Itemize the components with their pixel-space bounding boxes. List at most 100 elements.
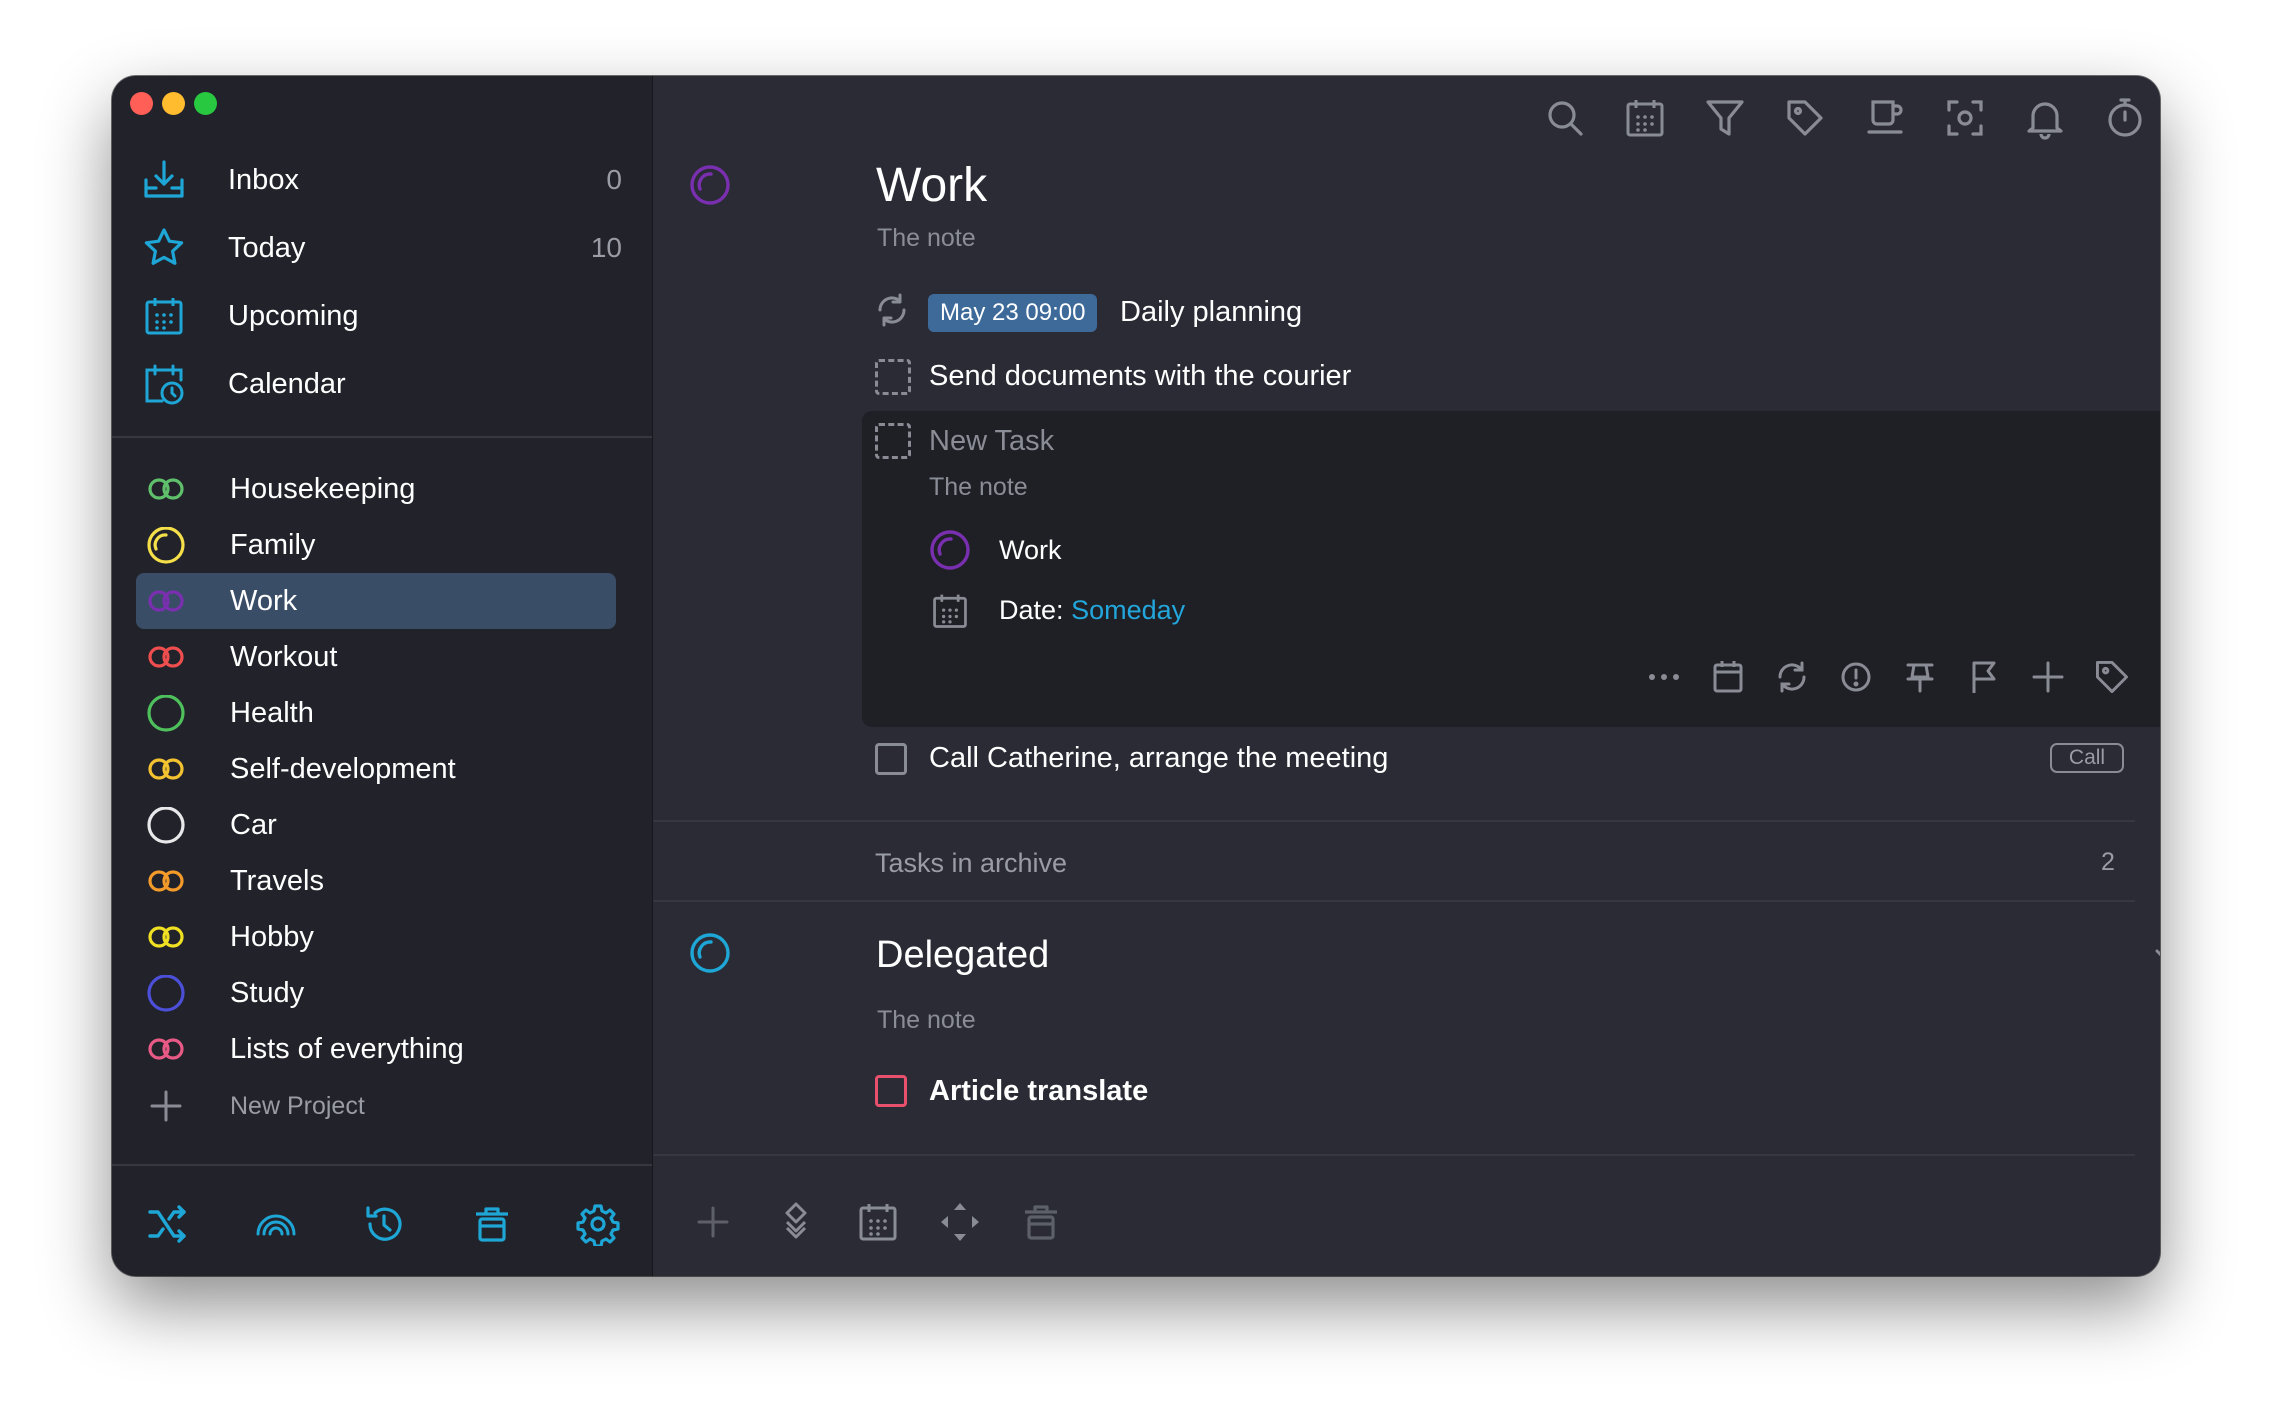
project-item-housekeeping[interactable]: Housekeeping bbox=[136, 461, 616, 517]
linked-rings-icon bbox=[146, 919, 186, 955]
sidebar-footer-divider bbox=[112, 1164, 652, 1166]
calendar-icon[interactable] bbox=[1708, 657, 1748, 697]
move-icon[interactable] bbox=[775, 1200, 817, 1242]
project-label: Travels bbox=[230, 865, 324, 897]
project-item-work-selected[interactable]: Work bbox=[136, 573, 616, 629]
circle-icon bbox=[146, 974, 186, 1012]
project-label: Work bbox=[230, 585, 298, 617]
settings-gear-icon[interactable] bbox=[576, 1202, 620, 1248]
task-title-send-documents[interactable]: Send documents with the courier bbox=[929, 360, 1351, 393]
linked-rings-icon bbox=[146, 863, 186, 899]
progress-circle-icon bbox=[146, 526, 186, 564]
divider bbox=[653, 900, 2135, 902]
search-icon[interactable] bbox=[1543, 96, 1587, 140]
task-editor-card: New Task The note Work Date: Someday bbox=[862, 411, 2160, 727]
project-label: Car bbox=[230, 809, 277, 841]
project-item-hobby[interactable]: Hobby bbox=[136, 909, 616, 965]
zoom-window-button[interactable] bbox=[194, 92, 217, 115]
pin-icon[interactable] bbox=[1900, 657, 1940, 697]
section-title[interactable]: Delegated bbox=[876, 934, 1049, 977]
inbox-icon bbox=[142, 158, 186, 202]
calendar-grid-icon[interactable] bbox=[1623, 96, 1667, 140]
tag-icon[interactable] bbox=[2092, 657, 2132, 697]
section-note: The note bbox=[877, 1006, 976, 1034]
coffee-cup-icon[interactable] bbox=[1863, 96, 1907, 140]
nav-item-calendar[interactable]: Calendar bbox=[142, 354, 622, 414]
editor-date-row[interactable]: Date: Someday bbox=[999, 595, 1185, 626]
checklist-icon[interactable] bbox=[2156, 657, 2160, 697]
task-checkbox[interactable] bbox=[875, 743, 907, 775]
project-label: Health bbox=[230, 697, 314, 729]
project-label: Hobby bbox=[230, 921, 314, 953]
tag-icon[interactable] bbox=[1783, 96, 1827, 140]
project-item-workout[interactable]: Workout bbox=[136, 629, 616, 685]
trash-icon[interactable] bbox=[470, 1202, 514, 1246]
filter-icon[interactable] bbox=[1703, 96, 1747, 140]
new-task-note-input[interactable]: The note bbox=[929, 473, 1028, 502]
new-task-title-input[interactable]: New Task bbox=[929, 425, 1054, 458]
more-icon[interactable] bbox=[1644, 657, 1684, 697]
linked-rings-icon bbox=[146, 471, 186, 507]
project-item-health[interactable]: Health bbox=[136, 685, 616, 741]
project-item-self-development[interactable]: Self-development bbox=[136, 741, 616, 797]
nav-item-inbox[interactable]: Inbox 0 bbox=[142, 150, 622, 210]
circle-icon bbox=[146, 806, 186, 844]
calendar-clock-icon bbox=[142, 362, 186, 406]
project-item-family[interactable]: Family bbox=[136, 517, 616, 573]
calendar-grid-icon[interactable] bbox=[856, 1200, 900, 1244]
new-project-button[interactable]: New Project bbox=[136, 1078, 616, 1134]
arrows-icon[interactable] bbox=[938, 1200, 982, 1244]
project-item-travels[interactable]: Travels bbox=[136, 853, 616, 909]
project-note: The note bbox=[877, 224, 976, 252]
task-title-call-catherine[interactable]: Call Catherine, arrange the meeting bbox=[929, 742, 1388, 775]
shuffle-icon[interactable] bbox=[146, 1202, 190, 1246]
nav-label: Upcoming bbox=[228, 300, 359, 332]
add-icon[interactable] bbox=[2028, 657, 2068, 697]
bell-icon[interactable] bbox=[2023, 96, 2067, 140]
date-badge[interactable]: May 23 09:00 bbox=[928, 294, 1098, 332]
new-project-label: New Project bbox=[230, 1092, 365, 1120]
repeat-icon[interactable] bbox=[1772, 657, 1812, 697]
project-label: Workout bbox=[230, 641, 338, 673]
circle-icon bbox=[146, 694, 186, 732]
archive-count: 2 bbox=[2101, 848, 2115, 876]
date-value[interactable]: Someday bbox=[1071, 595, 1185, 625]
project-label: Self-development bbox=[230, 753, 456, 785]
history-icon[interactable] bbox=[362, 1202, 406, 1246]
call-tag-badge[interactable]: Call bbox=[2050, 743, 2124, 773]
priority-icon[interactable] bbox=[1836, 657, 1876, 697]
minimize-window-button[interactable] bbox=[162, 92, 185, 115]
calendar-grid-icon bbox=[930, 591, 970, 631]
sidebar: Inbox 0 Today 10 Upcoming Calendar House… bbox=[112, 76, 653, 1276]
flag-icon[interactable] bbox=[1964, 657, 2004, 697]
rainbow-icon[interactable] bbox=[254, 1202, 298, 1246]
close-window-button[interactable] bbox=[130, 92, 153, 115]
work-project-progress-icon bbox=[689, 164, 731, 206]
linked-rings-icon bbox=[146, 1031, 186, 1067]
timer-icon[interactable] bbox=[2103, 96, 2147, 140]
project-label: Lists of everything bbox=[230, 1033, 464, 1065]
focus-icon[interactable] bbox=[1943, 96, 1987, 140]
task-checkbox-priority[interactable] bbox=[875, 1075, 907, 1107]
task-checkbox-dashed[interactable] bbox=[875, 423, 911, 459]
project-item-car[interactable]: Car bbox=[136, 797, 616, 853]
tasks-in-archive-row[interactable]: Tasks in archive 2 bbox=[653, 822, 2135, 902]
nav-count: 0 bbox=[606, 164, 622, 195]
project-item-study[interactable]: Study bbox=[136, 965, 616, 1021]
project-item-lists-of-everything[interactable]: Lists of everything bbox=[136, 1021, 616, 1077]
chevron-down-icon[interactable] bbox=[2149, 938, 2160, 972]
add-icon[interactable] bbox=[693, 1202, 733, 1242]
task-title-article-translate[interactable]: Article translate bbox=[929, 1075, 1148, 1108]
task-title-daily-planning[interactable]: Daily planning bbox=[1120, 296, 1302, 329]
task-checkbox-dashed[interactable] bbox=[875, 359, 911, 395]
nav-item-today[interactable]: Today 10 bbox=[142, 218, 622, 278]
nav-label: Inbox bbox=[228, 164, 299, 196]
project-title: Work bbox=[876, 159, 988, 212]
editor-project-label[interactable]: Work bbox=[999, 535, 1062, 566]
app-window: Inbox 0 Today 10 Upcoming Calendar House… bbox=[112, 76, 2160, 1276]
trash-icon[interactable] bbox=[1019, 1200, 1063, 1244]
archive-label: Tasks in archive bbox=[875, 848, 1068, 878]
sidebar-divider bbox=[112, 436, 652, 438]
nav-item-upcoming[interactable]: Upcoming bbox=[142, 286, 622, 346]
project-label: Study bbox=[230, 977, 305, 1009]
